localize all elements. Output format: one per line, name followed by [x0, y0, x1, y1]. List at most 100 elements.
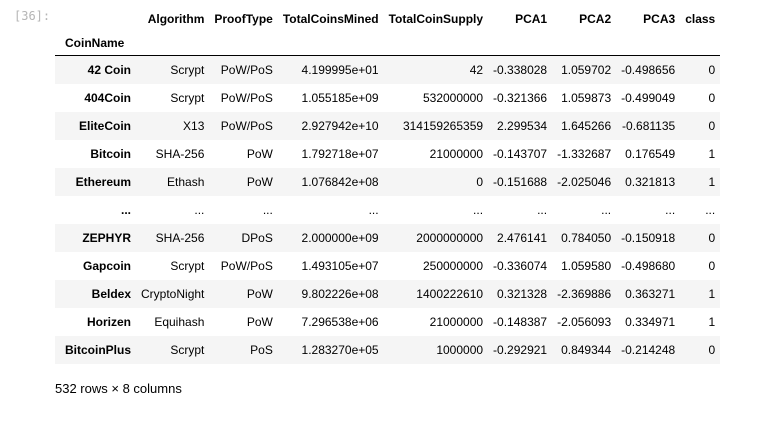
table-cell: -0.338028 — [493, 63, 548, 77]
table-cell: -0.499049 — [621, 91, 676, 105]
table-cell: 1 — [708, 147, 716, 161]
column-header-spacer — [277, 31, 384, 56]
table-row: Ethereum Ethash PoW 1.076842e+08 0 -0.151688-… — [55, 168, 721, 196]
table-row: ZEPHYR SHA-256 DPoS 2.000000e+09 2000000000 2… — [55, 224, 721, 252]
table-cell: PoW/PoS — [220, 119, 273, 133]
table-cell: ... — [537, 203, 548, 217]
column-header-row: Algorithm ProofType TotalCoinsMined TotalCo… — [55, 7, 720, 31]
table-cell: -2.056093 — [557, 315, 612, 329]
table-cell: SHA-256 — [155, 147, 205, 161]
table-cell: 0 — [708, 259, 716, 273]
dataframe-table: Algorithm ProofType TotalCoinsMined TotalCo… — [55, 7, 721, 364]
table-cell: SHA-256 — [155, 231, 205, 245]
table-cell: ... — [705, 203, 716, 217]
table-cell: 0.321328 — [497, 287, 548, 301]
table-cell: -0.143707 — [493, 147, 548, 161]
table-cell: PoW/PoS — [220, 259, 273, 273]
column-header-spacer — [488, 31, 553, 56]
column-header: PCA1 — [515, 12, 548, 26]
table-row: Bitcoin SHA-256 PoW 1.792718e+07 21000000 -0.… — [55, 140, 721, 168]
column-header: ProofType — [214, 12, 273, 26]
column-header-spacer — [616, 31, 681, 56]
cell-output: Algorithm ProofType TotalCoinsMined TotalCo… — [55, 7, 721, 396]
table-cell: 0 — [708, 231, 716, 245]
table-cell: DPoS — [241, 231, 273, 245]
table-cell: 1.059580 — [561, 259, 612, 273]
table-cell: PoS — [250, 343, 273, 357]
table-cell: -2.369886 — [557, 287, 612, 301]
table-cell: Equihash — [154, 315, 205, 329]
table-cell: 532000000 — [422, 91, 484, 105]
table-cell: PoW — [246, 147, 273, 161]
column-header: TotalCoinSupply — [388, 12, 484, 26]
table-cell: 0.784050 — [561, 231, 612, 245]
table-cell: 9.802226e+08 — [301, 287, 379, 301]
table-cell: 0 — [476, 175, 484, 189]
table-cell: 0.363271 — [625, 287, 676, 301]
row-index: Horizen — [87, 315, 132, 329]
table-row: 42 Coin Scrypt PoW/PoS 4.199995e+01 42 -0.338… — [55, 55, 721, 84]
column-header-spacer — [209, 31, 278, 56]
index-name-header: CoinName — [55, 31, 137, 56]
table-row: Gapcoin Scrypt PoW/PoS 1.493105e+07 25000000… — [55, 252, 721, 280]
table-cell: 250000000 — [422, 259, 484, 273]
table-cell: 42 — [469, 63, 484, 77]
table-cell: -0.151688 — [493, 175, 548, 189]
table-cell: 1.059873 — [561, 91, 612, 105]
column-header: Algorithm — [147, 12, 205, 26]
table-cell: -0.498656 — [621, 63, 676, 77]
table-cell: Scrypt — [170, 343, 205, 357]
table-cell: 0.849344 — [561, 343, 612, 357]
table-cell: ... — [262, 203, 273, 217]
table-cell: -0.498680 — [621, 259, 676, 273]
column-header-spacer — [552, 31, 617, 56]
row-index: Ethereum — [75, 175, 132, 189]
table-cell: 1 — [708, 175, 716, 189]
table-cell: Scrypt — [170, 63, 205, 77]
table-cell: -0.321366 — [493, 91, 548, 105]
table-row: BitcoinPlus Scrypt PoS 1.283270e+05 1000000-… — [55, 336, 721, 364]
table-cell: ... — [368, 203, 379, 217]
table-cell: -0.336074 — [493, 259, 548, 273]
table-cell: PoW — [246, 315, 273, 329]
table-cell: 1.055185e+09 — [301, 91, 379, 105]
table-cell: 1.283270e+05 — [301, 343, 379, 357]
table-body: 42 Coin Scrypt PoW/PoS 4.199995e+01 42 -0.338… — [55, 55, 721, 364]
column-header: PCA3 — [643, 12, 676, 26]
table-cell: 0 — [708, 91, 716, 105]
table-cell: ... — [473, 203, 484, 217]
table-header: Algorithm ProofType TotalCoinsMined TotalCo… — [55, 7, 721, 56]
table-cell: -2.025046 — [557, 175, 612, 189]
table-cell: -0.148387 — [493, 315, 548, 329]
table-cell: X13 — [183, 119, 205, 133]
column-header: class — [685, 12, 716, 26]
table-cell: -0.681135 — [622, 119, 676, 133]
table-cell: 2.476141 — [497, 231, 548, 245]
table-cell: 1 — [708, 315, 716, 329]
table-row: Beldex CryptoNight PoW 9.802226e+08 14002226… — [55, 280, 721, 308]
table-cell: Scrypt — [170, 91, 205, 105]
table-cell: PoW/PoS — [220, 63, 273, 77]
row-index: EliteCoin — [79, 119, 132, 133]
index-corner — [55, 7, 136, 31]
table-cell: 1.059702 — [561, 63, 612, 77]
table-cell: 1.493105e+07 — [301, 259, 379, 273]
table-cell: ... — [665, 203, 676, 217]
table-cell: 2.000000e+09 — [301, 231, 379, 245]
row-count-summary: 532 rows × 8 columns — [55, 381, 182, 396]
table-cell: 1.792718e+07 — [301, 147, 379, 161]
table-cell: 4.199995e+01 — [301, 63, 379, 77]
table-cell: ... — [194, 203, 205, 217]
table-cell: 1400222610 — [416, 287, 484, 301]
table-row: EliteCoin X13 PoW/PoS 2.927942e+10 314159265… — [55, 112, 721, 140]
table-cell: PoW — [246, 175, 273, 189]
table-cell: 0 — [708, 63, 716, 77]
table-cell: ... — [601, 203, 612, 217]
table-cell: PoW — [246, 287, 273, 301]
row-index: 42 Coin — [87, 63, 132, 77]
row-index: Bitcoin — [90, 147, 132, 161]
cell-prompt: [36]: — [14, 9, 51, 23]
column-header: TotalCoinsMined — [282, 12, 379, 26]
table-cell: 2.299534 — [497, 119, 548, 133]
table-cell: 1.076842e+08 — [301, 175, 379, 189]
